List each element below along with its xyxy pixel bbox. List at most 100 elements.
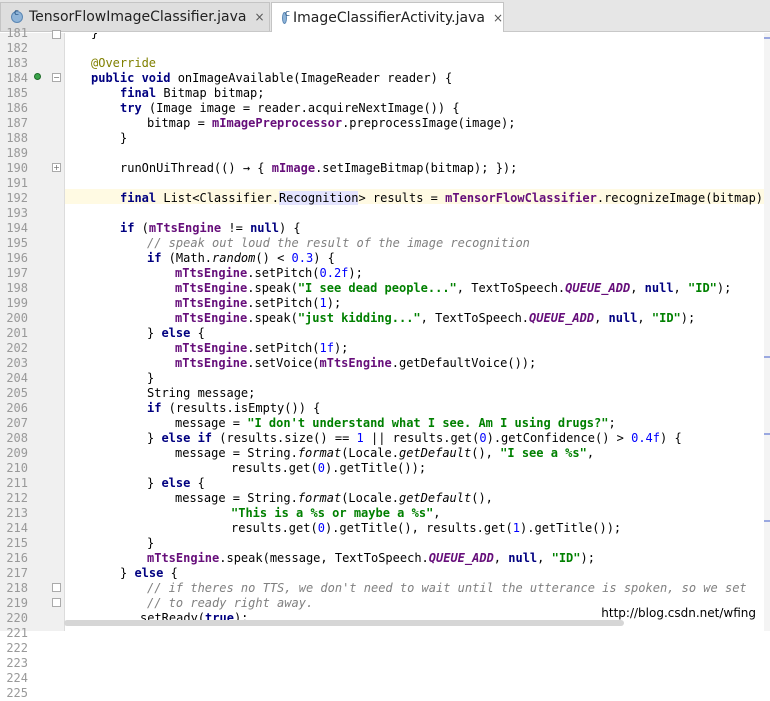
line-number[interactable]: 200 bbox=[0, 311, 28, 326]
code-line: } bbox=[147, 371, 155, 385]
line-number[interactable]: 224 bbox=[0, 671, 28, 686]
code-line: @Override bbox=[91, 56, 157, 70]
line-number[interactable]: 183 bbox=[0, 56, 28, 71]
line-number[interactable]: 182 bbox=[0, 41, 28, 56]
line-number[interactable]: 189 bbox=[0, 146, 28, 161]
close-tab-icon[interactable]: × bbox=[255, 10, 265, 24]
line-number[interactable]: 202 bbox=[0, 341, 28, 356]
line-number[interactable]: 196 bbox=[0, 251, 28, 266]
line-number[interactable]: 210 bbox=[0, 461, 28, 476]
code-line: try (Image image = reader.acquireNextIma… bbox=[120, 101, 460, 115]
tab-tensorflow-image-classifier[interactable]: TensorFlowImageClassifier.java × bbox=[0, 2, 270, 31]
code-line: mTtsEngine.speak(message, TextToSpeech.Q… bbox=[147, 551, 595, 565]
java-class-icon bbox=[11, 8, 23, 23]
java-class-icon bbox=[282, 9, 290, 24]
line-number[interactable]: 195 bbox=[0, 236, 28, 251]
code-line: mTtsEngine.setPitch(1f); bbox=[175, 341, 349, 355]
code-line: "This is a %s or maybe a %s", bbox=[231, 506, 441, 520]
code-line: message = String.format(Locale.getDefaul… bbox=[175, 446, 595, 460]
code-line: } else if (results.size() == 1 || result… bbox=[147, 431, 682, 445]
override-method-icon[interactable] bbox=[34, 73, 41, 80]
fold-marker-icon[interactable] bbox=[52, 583, 61, 592]
code-line: if (mTtsEngine != null) { bbox=[120, 221, 301, 235]
code-editor[interactable]: } @Override public void onImageAvailable… bbox=[64, 33, 764, 631]
line-number[interactable]: 203 bbox=[0, 356, 28, 371]
code-line: mTtsEngine.setVoice(mTtsEngine.getDefaul… bbox=[175, 356, 537, 370]
line-number[interactable]: 223 bbox=[0, 656, 28, 671]
tab-image-classifier-activity[interactable]: ImageClassifierActivity.java × bbox=[271, 2, 504, 32]
line-number[interactable]: 192 bbox=[0, 191, 28, 206]
line-number[interactable]: 193 bbox=[0, 206, 28, 221]
line-number[interactable]: 190 bbox=[0, 161, 28, 176]
line-number[interactable]: 191 bbox=[0, 176, 28, 191]
line-number[interactable]: 185 bbox=[0, 86, 28, 101]
code-line: results.get(0).getTitle()); bbox=[231, 461, 427, 475]
line-number[interactable]: 181 bbox=[0, 26, 28, 41]
line-number[interactable]: 206 bbox=[0, 401, 28, 416]
code-line: runOnUiThread(() → { mImage.setImageBitm… bbox=[120, 161, 518, 175]
code-line: // if theres no TTS, we don't need to wa… bbox=[147, 581, 747, 595]
code-line: } else { bbox=[147, 476, 205, 490]
code-line: } else { bbox=[147, 326, 205, 340]
line-number[interactable]: 207 bbox=[0, 416, 28, 431]
stripe-marker[interactable] bbox=[764, 356, 770, 358]
line-number[interactable]: 218 bbox=[0, 581, 28, 596]
fold-collapse-icon[interactable]: − bbox=[52, 73, 61, 82]
vertical-scrollbar[interactable] bbox=[764, 33, 770, 631]
line-number[interactable]: 204 bbox=[0, 371, 28, 386]
line-number[interactable]: 186 bbox=[0, 101, 28, 116]
line-number[interactable]: 199 bbox=[0, 296, 28, 311]
line-number[interactable]: 212 bbox=[0, 491, 28, 506]
code-line: // to ready right away. bbox=[147, 596, 314, 610]
line-number[interactable]: 184 bbox=[0, 71, 28, 86]
close-tab-icon[interactable]: × bbox=[493, 11, 503, 25]
code-line: if (Math.random() < 0.3) { bbox=[147, 251, 335, 265]
code-line: mTtsEngine.setPitch(0.2f); bbox=[175, 266, 363, 280]
line-number[interactable]: 188 bbox=[0, 131, 28, 146]
line-number[interactable]: 198 bbox=[0, 281, 28, 296]
line-number[interactable]: 194 bbox=[0, 221, 28, 236]
code-line: public void onImageAvailable(ImageReader… bbox=[91, 71, 453, 85]
line-number[interactable]: 225 bbox=[0, 686, 28, 701]
code-line: final List<Classifier.Recognition> resul… bbox=[120, 191, 764, 205]
code-line: } else { bbox=[120, 566, 178, 580]
code-line: // speak out loud the result of the imag… bbox=[147, 236, 530, 250]
line-number[interactable]: 221 bbox=[0, 626, 28, 641]
tab-label: TensorFlowImageClassifier.java bbox=[29, 9, 247, 25]
line-number[interactable]: 209 bbox=[0, 446, 28, 461]
line-number[interactable]: 201 bbox=[0, 326, 28, 341]
watermark-url: http://blog.csdn.net/wfing bbox=[599, 606, 758, 620]
fold-marker-icon[interactable] bbox=[52, 30, 61, 39]
stripe-marker[interactable] bbox=[764, 520, 770, 522]
line-number[interactable]: 214 bbox=[0, 521, 28, 536]
code-line: if (results.isEmpty()) { bbox=[147, 401, 321, 415]
line-number[interactable]: 216 bbox=[0, 551, 28, 566]
line-number[interactable]: 215 bbox=[0, 536, 28, 551]
code-line: message = String.format(Locale.getDefaul… bbox=[175, 491, 493, 505]
line-number-gutter[interactable]: 181 182 183 184 185 186 187 188 189 190 191 192 193 1… bbox=[0, 26, 65, 700]
code-line: message = "I don't understand what I see… bbox=[175, 416, 616, 430]
code-line: } bbox=[147, 536, 155, 550]
editor-tab-bar: TensorFlowImageClassifier.java × ImageCl… bbox=[0, 0, 770, 32]
line-number[interactable]: 217 bbox=[0, 566, 28, 581]
fold-expand-icon[interactable]: + bbox=[52, 163, 61, 172]
line-number[interactable]: 187 bbox=[0, 116, 28, 131]
horizontal-scrollbar[interactable] bbox=[64, 620, 624, 626]
tab-label: ImageClassifierActivity.java bbox=[293, 9, 485, 26]
code-line: bitmap = mImagePreprocessor.preprocessIm… bbox=[147, 116, 516, 130]
line-number[interactable]: 213 bbox=[0, 506, 28, 521]
line-number[interactable]: 219 bbox=[0, 596, 28, 611]
code-line: mTtsEngine.speak("just kidding...", Text… bbox=[175, 311, 696, 325]
fold-marker-icon[interactable] bbox=[52, 598, 61, 607]
code-line: final Bitmap bitmap; bbox=[120, 86, 265, 100]
line-number[interactable]: 222 bbox=[0, 641, 28, 656]
line-number[interactable]: 211 bbox=[0, 476, 28, 491]
code-line: } bbox=[120, 131, 128, 145]
line-number[interactable]: 205 bbox=[0, 386, 28, 401]
line-number[interactable]: 208 bbox=[0, 431, 28, 446]
stripe-marker[interactable] bbox=[764, 37, 770, 39]
stripe-marker[interactable] bbox=[764, 433, 770, 435]
line-number[interactable]: 220 bbox=[0, 611, 28, 626]
line-number[interactable]: 197 bbox=[0, 266, 28, 281]
code-line: mTtsEngine.speak("I see dead people...",… bbox=[175, 281, 732, 295]
